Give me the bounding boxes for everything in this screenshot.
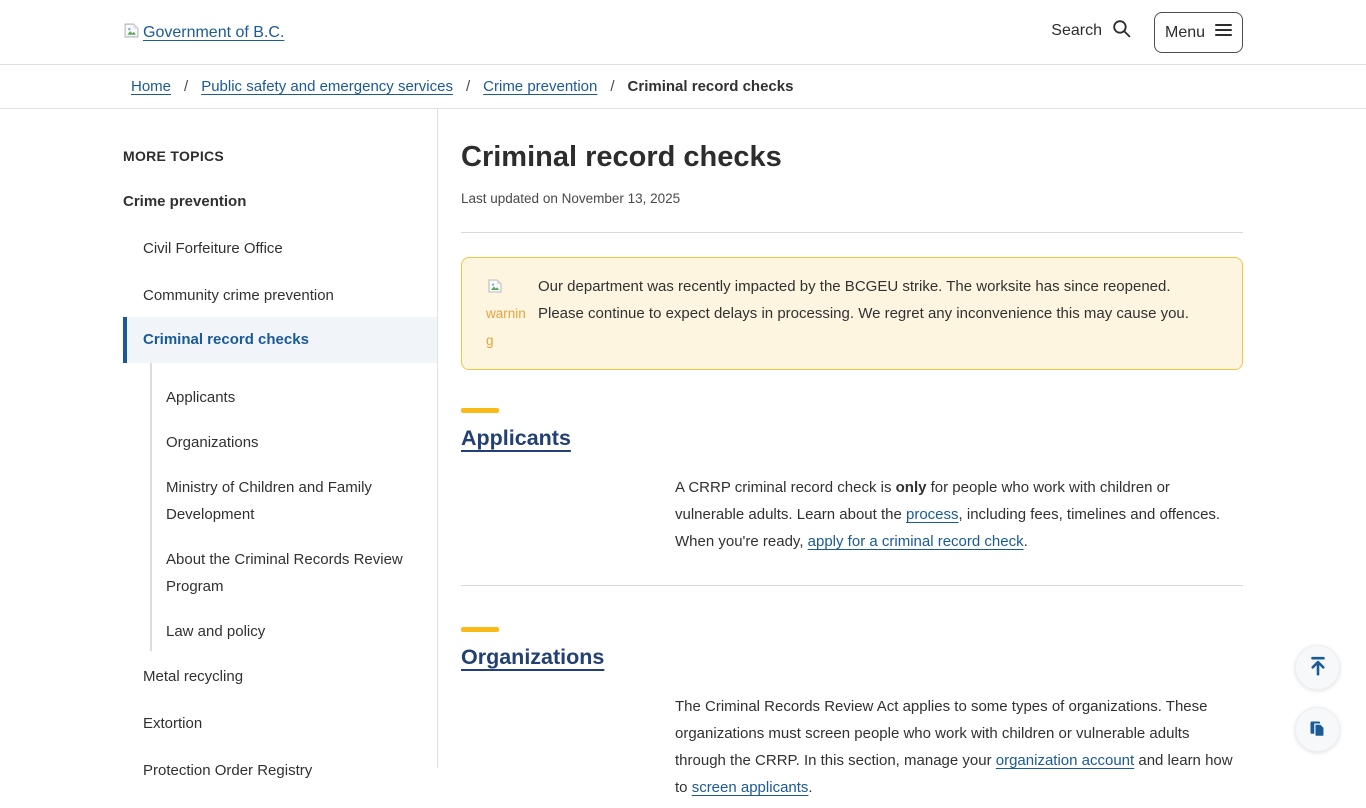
- alert-icon-alt-text: warning: [486, 306, 526, 348]
- sidebar-item-applicants[interactable]: Applicants: [166, 384, 437, 411]
- breadcrumb-link-home[interactable]: Home: [131, 78, 171, 95]
- organizations-section-heading-link[interactable]: Organizations: [461, 644, 604, 670]
- organizations-paragraph: The Criminal Records Review Act applies …: [461, 693, 1243, 801]
- sidebar-heading: MORE TOPICS: [123, 146, 437, 166]
- inline-link[interactable]: apply for a criminal record check: [808, 533, 1024, 550]
- bold-text: only: [896, 479, 927, 496]
- text-segment: .: [1024, 533, 1028, 550]
- sidebar-item-law-and-policy[interactable]: Law and policy: [166, 618, 437, 645]
- content-divider: [461, 585, 1243, 586]
- breadcrumb-separator: /: [610, 78, 614, 95]
- main-content: Criminal record checks Last updated on N…: [461, 109, 1243, 801]
- text-segment: .: [808, 779, 812, 796]
- breadcrumb-current: Criminal record checks: [628, 78, 794, 95]
- sidebar-nav: MORE TOPICS Crime prevention Civil Forfe…: [123, 146, 437, 808]
- inline-link[interactable]: screen applicants: [692, 779, 809, 796]
- menu-button[interactable]: Menu: [1154, 12, 1243, 53]
- breadcrumb-link-crime-prevention[interactable]: Crime prevention: [483, 78, 597, 95]
- inline-link[interactable]: organization account: [996, 752, 1134, 769]
- broken-image-icon: [486, 278, 504, 294]
- inline-link[interactable]: process: [906, 506, 959, 523]
- search-icon: [1111, 18, 1132, 44]
- sidebar-item-criminal-record-checks-active[interactable]: Criminal record checks: [123, 317, 437, 363]
- sidebar-item-civil-forfeiture-office[interactable]: Civil Forfeiture Office: [123, 239, 437, 259]
- alert-broken-image: warning: [486, 273, 528, 354]
- breadcrumb: Home / Public safety and emergency servi…: [0, 65, 1366, 109]
- breadcrumb-link-public-safety[interactable]: Public safety and emergency services: [201, 78, 453, 95]
- sidebar-content-divider: [437, 109, 438, 768]
- content-divider: [461, 232, 1243, 233]
- alert-message: Our department was recently impacted by …: [538, 273, 1220, 354]
- sidebar-sublist: Applicants Organizations Ministry of Chi…: [150, 363, 437, 651]
- broken-image-icon: [122, 22, 141, 44]
- sidebar-item-about-crrp[interactable]: About the Criminal Records Review Progra…: [166, 546, 437, 600]
- page-title: Criminal record checks: [461, 140, 1243, 174]
- breadcrumb-separator: /: [184, 78, 188, 95]
- menu-label: Menu: [1165, 24, 1205, 42]
- last-updated-text: Last updated on November 13, 2025: [461, 191, 1243, 206]
- sidebar-item-crime-prevention[interactable]: Crime prevention: [123, 192, 437, 212]
- sidebar-item-ministry-children-family[interactable]: Ministry of Children and Family Developm…: [166, 474, 437, 528]
- site-header: Government of B.C. Search Menu: [0, 0, 1366, 65]
- hamburger-icon: [1215, 23, 1232, 42]
- arrow-up-to-line-icon: [1307, 655, 1329, 680]
- sidebar-item-extortion[interactable]: Extortion: [123, 714, 437, 734]
- copy-pages-icon: [1307, 718, 1328, 742]
- sidebar-item-community-crime-prevention[interactable]: Community crime prevention: [123, 286, 437, 306]
- applicants-paragraph: A CRRP criminal record check is only for…: [461, 474, 1243, 555]
- copy-page-button[interactable]: [1295, 707, 1340, 752]
- back-to-top-button[interactable]: [1295, 645, 1340, 690]
- search-label: Search: [1051, 22, 1102, 40]
- sidebar-item-organizations[interactable]: Organizations: [166, 429, 437, 456]
- government-bc-logo-link[interactable]: Government of B.C.: [122, 22, 284, 44]
- logo-alt-text: Government of B.C.: [143, 24, 284, 42]
- alert-banner: warning Our department was recently impa…: [461, 257, 1243, 370]
- search-button[interactable]: Search: [1051, 18, 1132, 44]
- sidebar-item-metal-recycling[interactable]: Metal recycling: [123, 667, 437, 687]
- text-segment: A CRRP criminal record check is: [675, 479, 896, 496]
- applicants-section-heading-link[interactable]: Applicants: [461, 425, 571, 451]
- sidebar-item-protection-order-registry[interactable]: Protection Order Registry: [123, 761, 437, 781]
- breadcrumb-separator: /: [466, 78, 470, 95]
